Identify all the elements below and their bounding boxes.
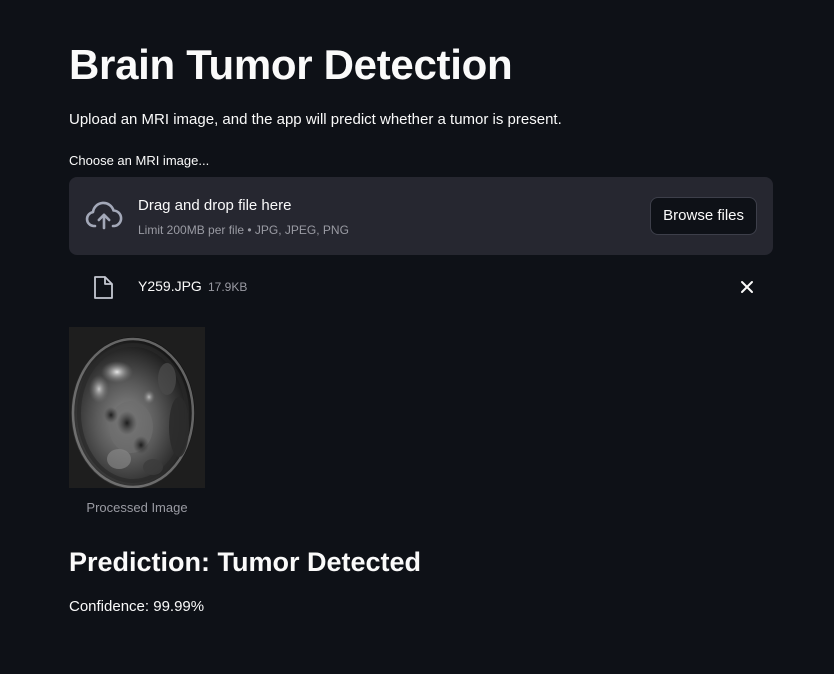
mri-scan-picture: [69, 327, 205, 488]
dropzone-hint: Limit 200MB per file • JPG, JPEG, PNG: [138, 223, 349, 237]
prediction-heading: Prediction: Tumor Detected: [69, 547, 422, 577]
dropzone-title: Drag and drop file here: [138, 197, 292, 214]
file-size: 17.9KB: [208, 280, 248, 294]
confidence-text: Confidence: 99.99%: [69, 598, 205, 615]
close-icon[interactable]: [737, 277, 757, 297]
file-name: Y259.JPG: [138, 278, 202, 294]
file-dropzone[interactable]: Drag and drop file here Limit 200MB per …: [69, 177, 773, 255]
app-page: Brain Tumor Detection Upload an MRI imag…: [0, 0, 834, 674]
image-caption: Processed Image: [86, 500, 188, 515]
browse-files-button[interactable]: Browse files: [650, 197, 757, 235]
processed-mri-image: [69, 327, 205, 488]
app-description: Upload an MRI image, and the app will pr…: [69, 111, 562, 128]
page-title: Brain Tumor Detection: [69, 41, 513, 88]
uploader-label: Choose an MRI image...: [69, 153, 210, 168]
file-icon: [94, 276, 113, 299]
uploaded-file-row: Y259.JPG 17.9KB: [69, 268, 773, 306]
cloud-upload-icon: [85, 201, 123, 230]
